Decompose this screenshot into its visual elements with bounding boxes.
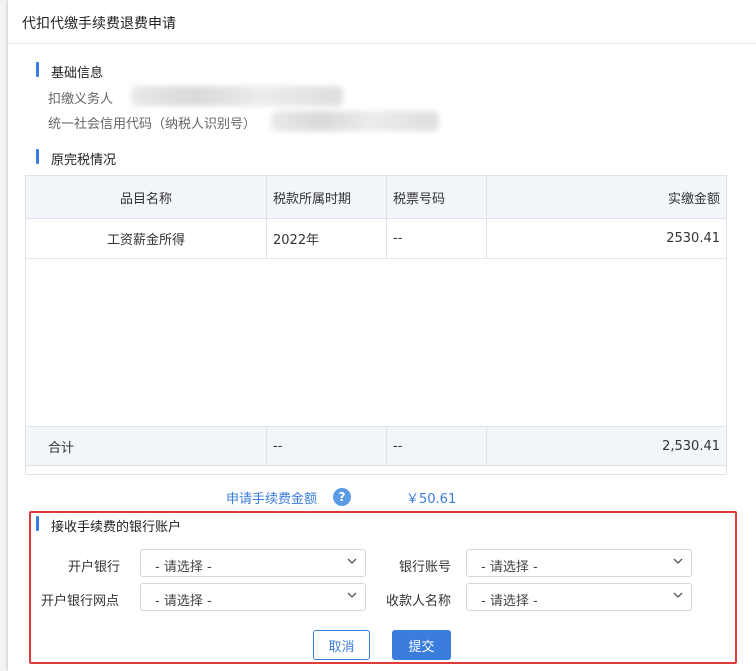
chevron-down-icon	[673, 558, 683, 564]
bank-label: 开户银行	[68, 560, 121, 575]
credit-code-label: 统一社会信用代码（纳税人识别号）	[48, 117, 257, 132]
cell-ticket-no: --	[387, 218, 487, 258]
column-header-item: 品目名称	[26, 176, 267, 218]
section-marker	[36, 516, 39, 531]
chevron-down-icon	[347, 558, 357, 564]
fee-amount-label: 申请手续费金额	[226, 492, 318, 507]
withholder-label: 扣缴义务人	[48, 92, 114, 107]
cell-period: 2022年	[267, 218, 387, 258]
account-label: 银行账号	[399, 560, 452, 575]
bank-account-heading: 接收手续费的银行账户	[51, 520, 182, 535]
total-ticket-no: --	[387, 427, 487, 465]
chevron-down-icon	[347, 592, 357, 598]
cell-item: 工资薪金所得	[26, 218, 267, 258]
credit-code-value-redacted	[271, 111, 439, 131]
section-marker	[36, 62, 39, 77]
withholder-value-redacted	[131, 86, 343, 106]
bank-select-value: - 请选择 -	[155, 560, 212, 575]
title-divider	[8, 43, 756, 44]
dialog-title: 代扣代缴手续费退费申请	[22, 16, 176, 32]
column-header-ticket-no: 税票号码	[387, 176, 487, 218]
column-header-amount: 实缴金额	[667, 191, 720, 207]
payee-label: 收款人名称	[386, 594, 452, 609]
branch-select-value: - 请选择 -	[155, 594, 212, 609]
help-icon[interactable]: ?	[333, 488, 351, 506]
total-amount: 2,530.41	[662, 438, 720, 454]
account-select[interactable]: - 请选择 -	[466, 549, 692, 577]
branch-label: 开户银行网点	[41, 594, 120, 609]
table-header-row: 品目名称 税款所属时期 税票号码 实缴金额	[26, 176, 726, 219]
table-row: 工资薪金所得 2022年 -- 2530.41	[26, 218, 726, 259]
basic-info-heading: 基础信息	[51, 66, 104, 81]
payee-select[interactable]: - 请选择 -	[466, 583, 692, 611]
refund-dialog: 代扣代缴手续费退费申请 基础信息 扣缴义务人 统一社会信用代码（纳税人识别号） …	[8, 0, 756, 671]
cancel-button[interactable]: 取消	[313, 630, 370, 660]
total-period: --	[267, 427, 387, 465]
column-header-period: 税款所属时期	[267, 176, 387, 218]
total-label: 合计	[26, 427, 267, 465]
section-marker	[36, 149, 39, 164]
tax-paid-heading: 原完税情况	[51, 153, 117, 168]
account-select-value: - 请选择 -	[481, 560, 538, 575]
cell-amount: 2530.41	[666, 230, 720, 246]
submit-button[interactable]: 提交	[392, 630, 451, 660]
fee-amount-value: ￥50.61	[406, 492, 457, 507]
payee-select-value: - 请选择 -	[481, 594, 538, 609]
background-page	[0, 0, 8, 671]
table-total-row: 合计 -- -- 2,530.41	[26, 426, 726, 466]
bank-select[interactable]: - 请选择 -	[140, 549, 366, 577]
chevron-down-icon	[673, 592, 683, 598]
tax-paid-table: 品目名称 税款所属时期 税票号码 实缴金额 工资薪金所得 2022年 -- 25…	[25, 175, 727, 475]
branch-select[interactable]: - 请选择 -	[140, 583, 366, 611]
